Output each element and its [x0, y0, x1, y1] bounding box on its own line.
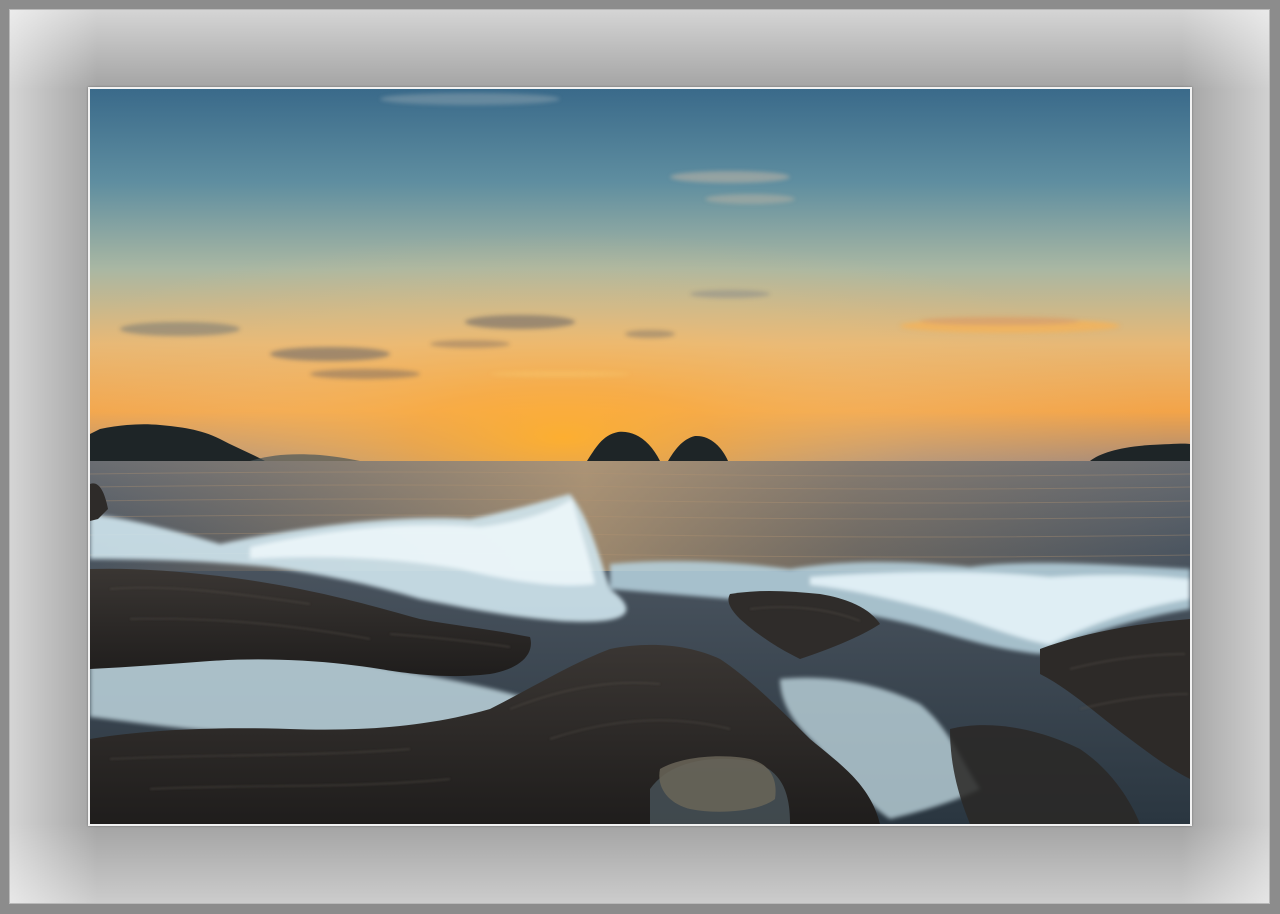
seascape-photo: [90, 89, 1190, 824]
picture-frame: [0, 0, 1280, 914]
tide-pool: [659, 756, 776, 812]
sun-glow: [90, 89, 1190, 464]
